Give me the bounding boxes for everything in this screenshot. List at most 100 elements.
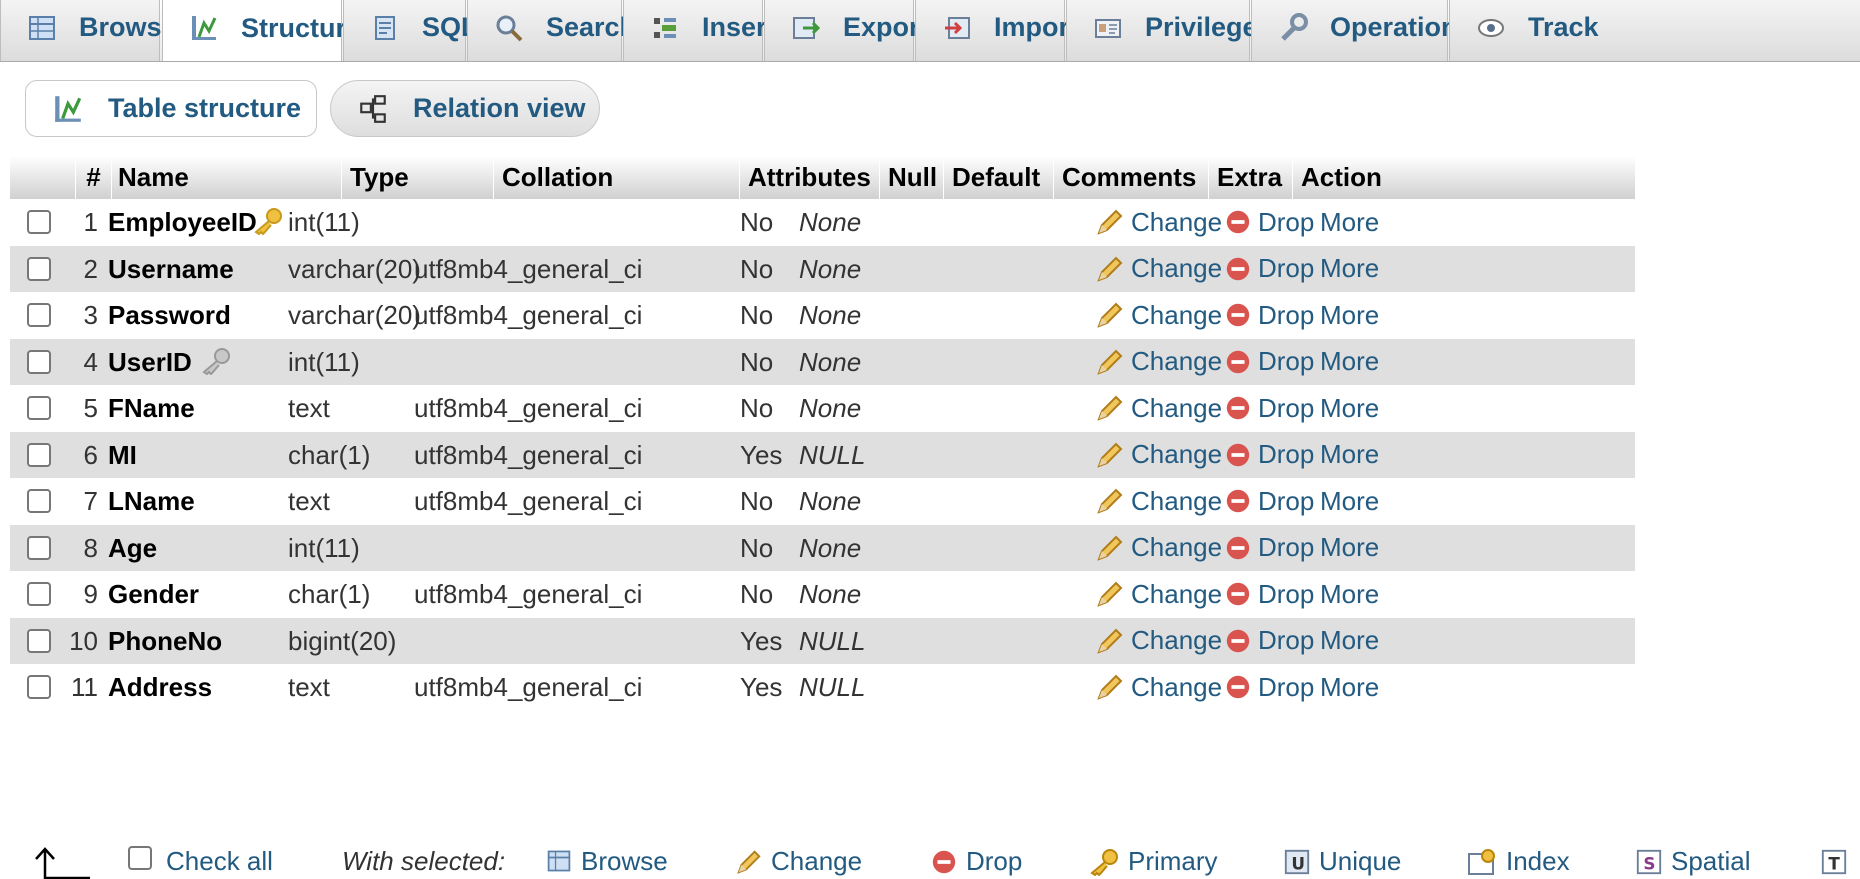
tab-insert[interactable]: Insert [623,0,776,61]
more-label: More [1320,578,1380,609]
header-name[interactable]: Name [112,156,342,199]
row-checkbox[interactable] [27,628,51,653]
more-action[interactable]: More [1320,618,1379,665]
header-type[interactable]: Type [342,156,494,199]
tab-privileges[interactable]: Privileges [1066,0,1273,61]
bulk-drop-button[interactable]: Drop [930,835,1022,878]
drop-action[interactable]: Drop [1224,292,1314,339]
header-attributes[interactable]: Attributes [740,156,880,199]
drop-action[interactable]: Drop [1224,664,1314,711]
change-action[interactable]: Change [1095,199,1222,246]
tab-search[interactable]: Search [467,0,636,61]
bulk-change-button[interactable]: Change [735,835,862,878]
table-row[interactable]: 7 LName text utf8mb4_general_ci No None Change… [10,478,1635,525]
bulk-fulltext-button[interactable]: T [1820,835,1856,878]
change-action[interactable]: Change [1095,339,1222,386]
column-name[interactable]: EmployeeID [108,199,257,246]
drop-action[interactable]: Drop [1224,199,1314,246]
row-checkbox[interactable] [27,675,51,699]
tab-import[interactable]: Import [915,0,1078,61]
column-name[interactable]: Address [108,664,212,711]
check-all-checkbox[interactable] [128,846,152,870]
bulk-browse-button[interactable]: Browse [545,835,668,878]
table-row[interactable]: 8 Age int(11) No None Change Drop More [10,524,1635,572]
drop-action[interactable]: Drop [1224,525,1314,572]
more-action[interactable]: More [1320,571,1379,618]
drop-action[interactable]: Drop [1224,432,1314,479]
row-checkbox[interactable] [27,582,51,606]
change-action[interactable]: Change [1095,664,1222,711]
table-row[interactable]: 2 Username varchar(20) utf8mb4_general_ci No… [10,245,1635,293]
column-name[interactable]: Age [108,525,157,572]
column-name[interactable]: FName [108,385,195,432]
drop-action[interactable]: Drop [1224,339,1314,386]
tab-export[interactable]: Export [764,0,929,61]
tab-tracking[interactable]: Track [1449,0,1860,61]
header-extra[interactable]: Extra [1209,156,1293,199]
more-action[interactable]: More [1320,292,1379,339]
tab-browse[interactable]: Browse [0,0,177,61]
column-name[interactable]: MI [108,432,137,479]
tab-structure[interactable]: Structure [162,0,361,61]
table-row[interactable]: 10 PhoneNo bigint(20) Yes NULL Change Drop More [10,617,1635,665]
header-num[interactable]: # [76,156,112,199]
table-row[interactable]: 5 FName text utf8mb4_general_ci No None Change… [10,385,1635,432]
tab-operations[interactable]: Operations [1251,0,1473,61]
change-action[interactable]: Change [1095,432,1222,479]
change-action[interactable]: Change [1095,292,1222,339]
header-comments[interactable]: Comments [1054,156,1209,199]
drop-action[interactable]: Drop [1224,478,1314,525]
drop-action[interactable]: Drop [1224,571,1314,618]
column-name[interactable]: LName [108,478,195,525]
header-collation[interactable]: Collation [494,156,740,199]
table-row[interactable]: 9 Gender char(1) utf8mb4_general_ci No None Ch… [10,571,1635,618]
row-checkbox[interactable] [27,442,51,467]
drop-action[interactable]: Drop [1224,385,1314,432]
change-action[interactable]: Change [1095,525,1222,572]
pencil-icon [1097,209,1123,235]
table-row[interactable]: 6 MI char(1) utf8mb4_general_ci Yes NULL Chang… [10,431,1635,479]
table-row[interactable]: 4 UserID int(11) No None Change Drop More [10,338,1635,386]
table-row[interactable]: 1 EmployeeID int(11) No None Change Drop More [10,199,1635,246]
table-row[interactable]: 11 Address text utf8mb4_general_ci Yes NULL Ch… [10,664,1635,711]
row-checkbox[interactable] [27,396,51,420]
change-action[interactable]: Change [1095,385,1222,432]
more-action[interactable]: More [1320,432,1379,479]
check-all[interactable]: Check all [128,835,273,878]
tab-sql[interactable]: SQL [343,0,478,61]
table-row[interactable]: 3 Password varchar(20) utf8mb4_general_ci No… [10,292,1635,339]
more-action[interactable]: More [1320,525,1379,572]
header-null[interactable]: Null [880,156,944,199]
row-checkbox[interactable] [27,303,51,327]
change-action[interactable]: Change [1095,246,1222,293]
bulk-index-button[interactable]: Index [1466,835,1570,878]
more-action[interactable]: More [1320,246,1379,293]
column-name[interactable]: Username [108,246,234,293]
change-action[interactable]: Change [1095,478,1222,525]
row-checkbox[interactable] [27,256,51,281]
drop-action[interactable]: Drop [1224,618,1314,665]
header-default[interactable]: Default [944,156,1054,199]
change-action[interactable]: Change [1095,571,1222,618]
bulk-spatial-button[interactable]: S Spatial [1635,835,1751,878]
more-action[interactable]: More [1320,339,1379,386]
column-name[interactable]: Gender [108,571,199,618]
bulk-unique-button[interactable]: U Unique [1283,835,1401,878]
more-action[interactable]: More [1320,199,1379,246]
row-checkbox[interactable] [27,210,51,234]
more-action[interactable]: More [1320,385,1379,432]
drop-action[interactable]: Drop [1224,246,1314,293]
bulk-primary-button[interactable]: Primary [1088,835,1218,878]
more-action[interactable]: More [1320,478,1379,525]
row-checkbox[interactable] [27,489,51,513]
row-checkbox[interactable] [27,535,51,560]
column-name[interactable]: UserID [108,339,192,386]
subtab-relation-view[interactable]: Relation view [330,80,600,137]
column-name[interactable]: Password [108,292,231,339]
row-checkbox[interactable] [27,349,51,374]
column-name[interactable]: PhoneNo [108,618,222,665]
more-action[interactable]: More [1320,664,1379,711]
subtab-table-structure[interactable]: Table structure [25,80,317,137]
check-all-label[interactable]: Check all [166,846,273,877]
change-action[interactable]: Change [1095,618,1222,665]
